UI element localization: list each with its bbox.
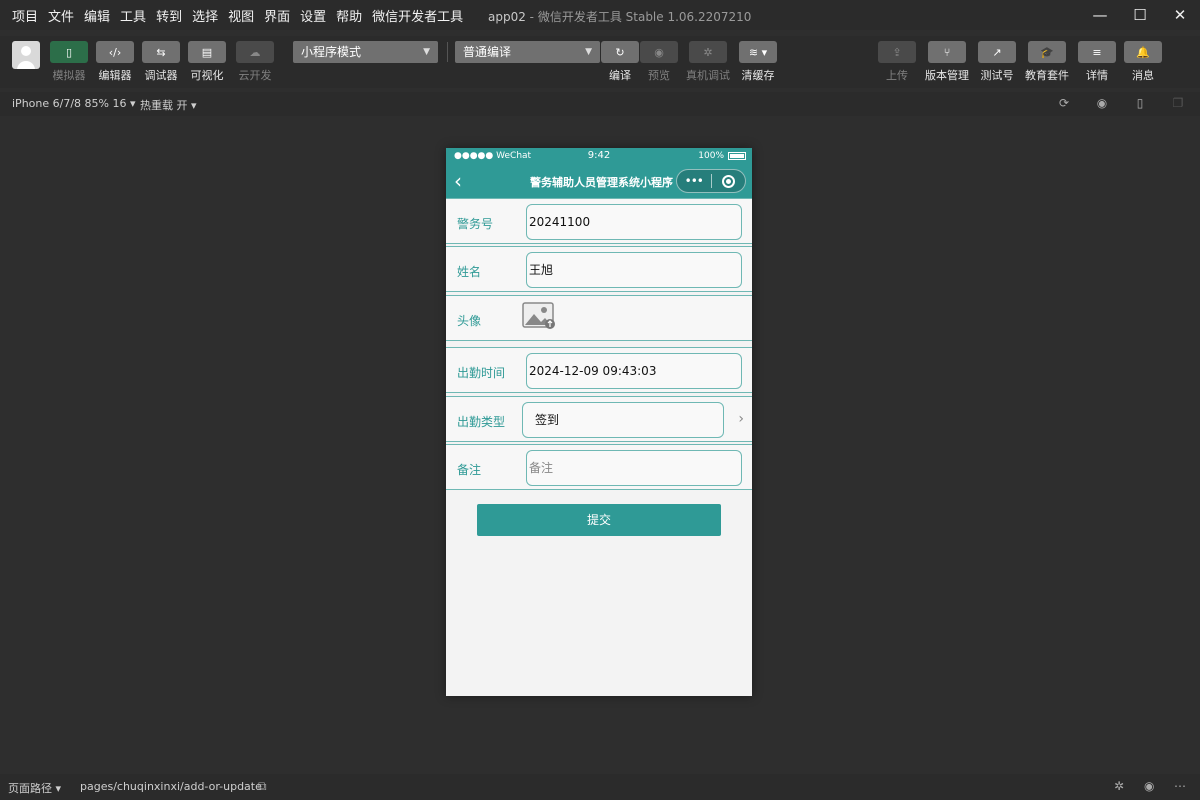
editor-button[interactable]: ‹/› 编辑器 bbox=[89, 36, 141, 83]
page-path: pages/chuqinxinxi/add-or-update bbox=[80, 780, 262, 793]
mode-select[interactable]: 小程序模式 ▼ bbox=[293, 41, 438, 63]
close-icon[interactable]: ✕ bbox=[1160, 0, 1200, 30]
menu-view[interactable]: 视图 bbox=[228, 6, 254, 25]
menu-interface[interactable]: 界面 bbox=[264, 6, 290, 25]
layout-icon: ▤ bbox=[188, 41, 226, 63]
edu-button[interactable]: 🎓 教育套件 bbox=[1021, 36, 1073, 83]
nav-title: 警务辅助人员管理系统小程序 bbox=[530, 176, 673, 189]
avatar-row: 头像 bbox=[446, 295, 752, 341]
police-no-label: 警务号 bbox=[457, 217, 494, 231]
phone-simulator: ●●●●● WeChat 9:42 100% ‹ 警务辅助人员管理系统小程序 •… bbox=[446, 148, 752, 696]
window-title: app02 - 微信开发者工具 Stable 1.06.2207210 bbox=[488, 10, 752, 24]
nav-bar: ‹ 警务辅助人员管理系统小程序 ••• bbox=[446, 164, 752, 198]
title-bar: 项目 文件 编辑 工具 转到 选择 视图 界面 设置 帮助 微信开发者工具 ap… bbox=[0, 0, 1200, 30]
phone-icon: ▯ bbox=[50, 41, 88, 63]
menu-tools[interactable]: 工具 bbox=[120, 6, 146, 25]
attend-type-select[interactable]: 签到 bbox=[522, 402, 724, 438]
version-button[interactable]: ⑂ 版本管理 bbox=[921, 36, 973, 83]
menu-project[interactable]: 项目 bbox=[12, 6, 38, 25]
menu-goto[interactable]: 转到 bbox=[156, 6, 182, 25]
menu-capsule[interactable]: ••• bbox=[676, 169, 746, 193]
caret-down-icon: ▼ bbox=[423, 47, 430, 57]
bell-icon: 🔔 bbox=[1124, 41, 1162, 63]
window-controls: — ☐ ✕ bbox=[1080, 0, 1200, 30]
bug-icon: ✲ bbox=[689, 41, 727, 63]
back-arrow-icon[interactable]: ‹ bbox=[454, 169, 462, 193]
stop-icon[interactable]: ◉ bbox=[1094, 96, 1110, 112]
window-icon[interactable]: ❐ bbox=[1170, 96, 1186, 112]
menu-devtools[interactable]: 微信开发者工具 bbox=[372, 6, 463, 25]
menu-settings[interactable]: 设置 bbox=[300, 6, 326, 25]
minimize-icon[interactable]: — bbox=[1080, 0, 1120, 30]
debug-icon: ⇆ bbox=[142, 41, 180, 63]
copy-icon[interactable]: ⧉ bbox=[258, 779, 267, 794]
caret-down-icon: ▼ bbox=[585, 47, 592, 57]
remote-debug-button[interactable]: ✲ 真机调试 bbox=[682, 36, 734, 83]
image-upload-icon[interactable] bbox=[522, 302, 556, 330]
compile-select[interactable]: 普通编译 ▼ bbox=[455, 41, 600, 63]
simulator-button[interactable]: ▯ 模拟器 bbox=[43, 36, 95, 83]
hot-reload-toggle[interactable]: 热重载 开 ▾ bbox=[140, 97, 197, 113]
attend-time-label: 出勤时间 bbox=[457, 366, 506, 380]
attend-type-row: 出勤类型 签到 › bbox=[446, 396, 752, 442]
graduation-cap-icon: 🎓 bbox=[1028, 41, 1066, 63]
name-row: 姓名 王旭 bbox=[446, 246, 752, 292]
maximize-icon[interactable]: ☐ bbox=[1120, 0, 1160, 30]
submit-button[interactable]: 提交 bbox=[477, 504, 721, 536]
upload-icon: ⇪ bbox=[878, 41, 916, 63]
phone-icon[interactable]: ▯ bbox=[1132, 96, 1148, 112]
attend-time-row: 出勤时间 2024-12-09 09:43:03 bbox=[446, 347, 752, 393]
name-input[interactable]: 王旭 bbox=[526, 252, 742, 288]
attend-time-input[interactable]: 2024-12-09 09:43:03 bbox=[526, 353, 742, 389]
cloud-icon: ☁ bbox=[236, 41, 274, 63]
menu-select[interactable]: 选择 bbox=[192, 6, 218, 25]
code-icon: ‹/› bbox=[96, 41, 134, 63]
police-no-row: 警务号 20241100 bbox=[446, 198, 752, 244]
clear-cache-button[interactable]: ≋ ▾ 清缓存 bbox=[732, 36, 784, 83]
attend-type-label: 出勤类型 bbox=[457, 415, 506, 429]
eye-icon: ◉ bbox=[640, 41, 678, 63]
rotate-icon[interactable]: ⟳ bbox=[1056, 96, 1072, 112]
menu-help[interactable]: 帮助 bbox=[336, 6, 362, 25]
preview-button[interactable]: ◉ 预览 bbox=[633, 36, 685, 83]
toolbar-divider bbox=[447, 42, 448, 62]
remark-label: 备注 bbox=[457, 463, 482, 477]
police-no-input[interactable]: 20241100 bbox=[526, 204, 742, 240]
avatar-label: 头像 bbox=[457, 314, 482, 328]
upload-button[interactable]: ⇪ 上传 bbox=[871, 36, 923, 83]
battery-icon bbox=[728, 152, 746, 160]
remark-input[interactable]: 备注 bbox=[526, 450, 742, 486]
chevron-right-icon[interactable]: › bbox=[738, 411, 744, 427]
menu-icon: ≡ bbox=[1078, 41, 1116, 63]
remark-row: 备注 备注 bbox=[446, 444, 752, 490]
simulator-bar: iPhone 6/7/8 85% 16 ▾ 热重载 开 ▾ ⟳ ◉ ▯ ❐ bbox=[0, 92, 1200, 116]
battery-status: 100% bbox=[698, 151, 746, 161]
visualize-button[interactable]: ▤ 可视化 bbox=[181, 36, 233, 83]
external-link-icon: ↗ bbox=[978, 41, 1016, 63]
page-path-select[interactable]: 页面路径 ▾ bbox=[8, 780, 61, 796]
eye-icon[interactable]: ◉ bbox=[1144, 779, 1154, 793]
menu-edit[interactable]: 编辑 bbox=[84, 6, 110, 25]
menu-bar: 项目 文件 编辑 工具 转到 选择 视图 界面 设置 帮助 微信开发者工具 bbox=[0, 6, 473, 25]
cloud-button[interactable]: ☁ 云开发 bbox=[229, 36, 281, 83]
more-icon[interactable]: ⋯ bbox=[1174, 779, 1186, 793]
more-dots-icon[interactable]: ••• bbox=[677, 174, 711, 188]
close-target-icon[interactable] bbox=[711, 174, 745, 188]
device-select[interactable]: iPhone 6/7/8 85% 16 ▾ bbox=[12, 97, 136, 110]
bug-icon[interactable]: ✲ bbox=[1114, 779, 1124, 793]
menu-file[interactable]: 文件 bbox=[48, 6, 74, 25]
details-button[interactable]: ≡ 详情 bbox=[1071, 36, 1123, 83]
name-label: 姓名 bbox=[457, 265, 482, 279]
bottom-bar: 页面路径 ▾ pages/chuqinxinxi/add-or-update ⧉… bbox=[0, 774, 1200, 800]
message-button[interactable]: 🔔 消息 bbox=[1117, 36, 1169, 83]
layers-icon: ≋ ▾ bbox=[739, 41, 777, 63]
status-bar: ●●●●● WeChat 9:42 100% bbox=[446, 148, 752, 164]
user-avatar[interactable] bbox=[12, 41, 40, 69]
debugger-button[interactable]: ⇆ 调试器 bbox=[135, 36, 187, 83]
main-toolbar: ▯ 模拟器 ‹/› 编辑器 ⇆ 调试器 ▤ 可视化 ☁ 云开发 小程序模式 ▼ 普… bbox=[0, 36, 1200, 88]
branch-icon: ⑂ bbox=[928, 41, 966, 63]
test-account-button[interactable]: ↗ 测试号 bbox=[971, 36, 1023, 83]
